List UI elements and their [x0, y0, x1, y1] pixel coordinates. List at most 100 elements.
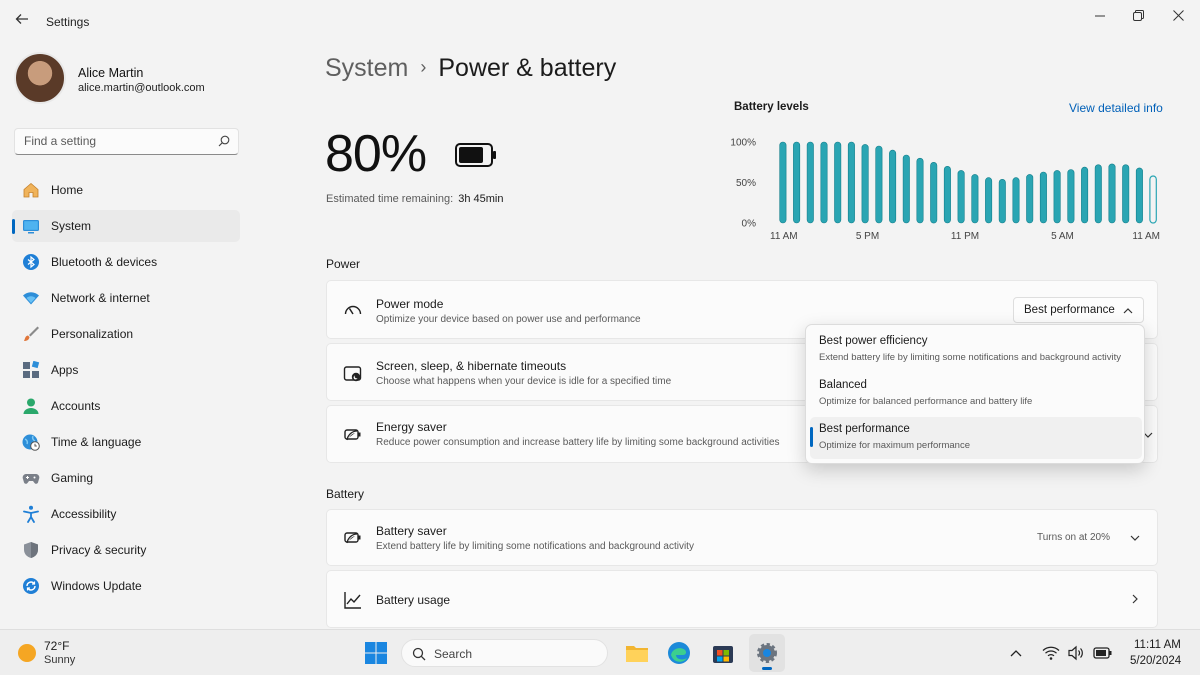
option-balanced[interactable]: Balanced Optimize for balanced performan… — [810, 373, 1142, 415]
battery-bar[interactable] — [1081, 166, 1089, 224]
battery-bar[interactable] — [971, 174, 979, 224]
system-icon — [23, 220, 39, 234]
sidebar-item-windows-update[interactable]: Windows Update — [12, 570, 240, 602]
search-icon — [412, 647, 426, 661]
clock-date[interactable]: 5/20/2024 — [1130, 655, 1181, 667]
battery-bar[interactable] — [1067, 169, 1075, 224]
breadcrumb-parent[interactable]: System — [325, 54, 408, 82]
chevron-right-icon — [1132, 594, 1138, 604]
weather-condition[interactable]: Sunny — [44, 654, 75, 666]
energy-saver-description: Reduce power consumption and increase ba… — [376, 437, 780, 448]
chevron-down-icon[interactable] — [1129, 532, 1141, 544]
screen-sleep-icon — [343, 366, 362, 382]
start-icon[interactable] — [364, 641, 388, 665]
sidebar-item-label: Network & internet — [51, 291, 150, 305]
sidebar-item-gaming[interactable]: Gaming — [12, 462, 240, 494]
battery-bar[interactable] — [1094, 164, 1102, 224]
edge-browser-icon[interactable] — [667, 641, 691, 665]
battery-bar[interactable] — [1039, 171, 1047, 224]
battery-usage-title: Battery usage — [376, 593, 451, 607]
taskbar-search[interactable]: Search — [401, 639, 608, 667]
battery-bar[interactable] — [998, 178, 1006, 224]
search-input[interactable] — [24, 134, 214, 148]
power-mode-dropdown[interactable]: Best performance — [1013, 297, 1144, 323]
clock-time[interactable]: 11:11 AM — [1134, 639, 1181, 651]
battery-bar[interactable] — [1108, 163, 1116, 224]
restore-icon[interactable] — [1124, 6, 1152, 26]
minimize-icon[interactable] — [1086, 6, 1114, 26]
sidebar-item-label: Personalization — [51, 327, 134, 341]
sidebar-item-accessibility[interactable]: Accessibility — [12, 498, 240, 530]
sidebar-nav: Home System Bluetooth & devices Network … — [12, 174, 240, 606]
file-explorer-icon[interactable] — [625, 641, 649, 665]
sidebar-item-label: Time & language — [51, 435, 142, 449]
power-section-heading: Power — [326, 257, 361, 271]
screen-sleep-title: Screen, sleep, & hibernate timeouts — [376, 359, 567, 373]
x-tick-label: 5 PM — [856, 231, 879, 242]
battery-section-heading: Battery — [326, 487, 365, 501]
battery-bar[interactable] — [957, 170, 965, 224]
battery-status-icon[interactable] — [1093, 645, 1113, 661]
home-icon — [23, 182, 39, 198]
x-tick-label: 11 PM — [951, 231, 979, 242]
close-icon[interactable] — [1164, 6, 1192, 26]
option-best-power-efficiency[interactable]: Best power efficiency Extend battery lif… — [810, 329, 1142, 371]
battery-bar[interactable] — [889, 149, 897, 224]
battery-bar[interactable] — [985, 177, 993, 224]
sidebar-item-label: Windows Update — [51, 579, 142, 593]
estimate-value: 3h 45min — [458, 193, 504, 205]
battery-bar[interactable] — [875, 145, 883, 224]
sidebar-item-network[interactable]: Network & internet — [12, 282, 240, 314]
settings-gear-icon[interactable] — [755, 641, 779, 665]
sidebar-item-system[interactable]: System — [12, 210, 240, 242]
battery-bar[interactable] — [806, 141, 814, 224]
battery-bar[interactable] — [779, 141, 787, 224]
estimate-label: Estimated time remaining: — [326, 193, 454, 205]
battery-bar[interactable] — [1122, 164, 1130, 224]
volume-icon[interactable] — [1067, 644, 1085, 662]
battery-bar[interactable] — [834, 141, 842, 224]
option-best-performance[interactable]: Best performance Optimize for maximum pe… — [810, 417, 1142, 459]
wifi-icon[interactable] — [1042, 644, 1060, 662]
sidebar-item-label: System — [51, 219, 92, 233]
battery-usage-card[interactable]: Battery usage — [326, 570, 1158, 628]
line-chart-icon — [344, 592, 361, 609]
sidebar-item-bluetooth[interactable]: Bluetooth & devices — [12, 246, 240, 278]
settings-search[interactable] — [14, 128, 239, 155]
x-tick-label: 11 AM — [770, 231, 798, 242]
battery-bar[interactable] — [861, 144, 869, 224]
battery-bar[interactable] — [1149, 175, 1157, 224]
battery-percentage: 80% — [325, 125, 427, 183]
battery-bar[interactable] — [1135, 167, 1143, 224]
avatar — [14, 52, 66, 104]
sidebar-item-home[interactable]: Home — [12, 174, 240, 206]
battery-bar[interactable] — [847, 141, 855, 224]
chevron-up-icon[interactable] — [1008, 645, 1024, 661]
page-title: Power & battery — [438, 54, 617, 82]
sidebar-item-privacy[interactable]: Privacy & security — [12, 534, 240, 566]
battery-bar[interactable] — [943, 165, 951, 224]
chevron-up-icon — [1123, 308, 1133, 314]
sidebar-item-time-language[interactable]: Time & language — [12, 426, 240, 458]
battery-bar[interactable] — [916, 157, 924, 224]
battery-bar[interactable] — [1053, 170, 1061, 224]
battery-bar[interactable] — [930, 161, 938, 224]
battery-bar[interactable] — [1012, 177, 1020, 224]
battery-bar[interactable] — [793, 141, 801, 224]
sidebar-item-personalization[interactable]: Personalization — [12, 318, 240, 350]
battery-bar[interactable] — [1026, 174, 1034, 224]
back-arrow-icon[interactable] — [12, 12, 32, 32]
power-mode-description: Optimize your device based on power use … — [376, 314, 641, 325]
bluetooth-icon — [23, 254, 39, 270]
battery-saver-card[interactable]: Battery saver Extend battery life by lim… — [326, 509, 1158, 566]
weather-temperature[interactable]: 72°F — [44, 639, 69, 653]
sidebar-item-label: Apps — [51, 363, 79, 377]
microsoft-store-icon[interactable] — [711, 641, 735, 665]
sidebar-item-accounts[interactable]: Accounts — [12, 390, 240, 422]
battery-bar[interactable] — [820, 141, 828, 224]
battery-bar[interactable] — [902, 154, 910, 224]
view-detailed-info-link[interactable]: View detailed info — [1069, 101, 1163, 115]
option-description: Optimize for balanced performance and ba… — [819, 396, 1033, 407]
sidebar-item-apps[interactable]: Apps — [12, 354, 240, 386]
sun-icon[interactable] — [18, 644, 36, 662]
